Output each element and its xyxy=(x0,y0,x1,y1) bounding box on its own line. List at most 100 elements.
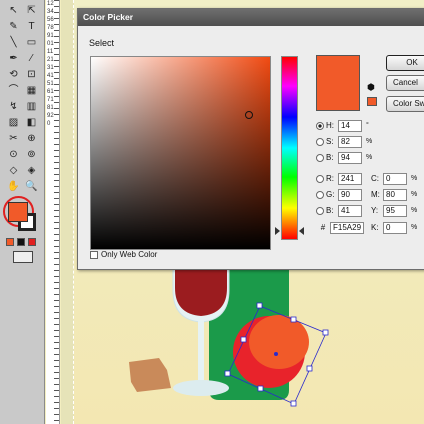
tool-button-3[interactable]: ✎ xyxy=(6,20,21,34)
hue-slider[interactable] xyxy=(281,56,298,240)
color-field-cursor[interactable] xyxy=(245,111,253,119)
cyan-label: C: xyxy=(371,174,379,183)
tool-button-12[interactable]: ▦ xyxy=(24,84,39,98)
red-label: R: xyxy=(326,174,334,183)
brightness-radio[interactable] xyxy=(316,154,324,162)
tool-button-17[interactable]: ✂ xyxy=(6,132,21,146)
red-radio[interactable] xyxy=(316,175,324,183)
magenta-field-row: M: 80 % xyxy=(371,188,417,202)
hue-slider-left-arrow-icon[interactable] xyxy=(275,227,280,235)
cyan-unit: % xyxy=(411,175,418,182)
blue-radio[interactable] xyxy=(316,207,324,215)
ok-button[interactable]: OK xyxy=(386,55,424,71)
green-field-row: G: 90 xyxy=(316,188,362,202)
black-unit: % xyxy=(411,224,418,231)
wine-liquid xyxy=(175,262,227,316)
tool-button-4[interactable]: T xyxy=(24,20,39,34)
ball-highlight xyxy=(249,315,309,369)
hue-input[interactable]: 14 xyxy=(338,120,362,132)
color-mode-buttons xyxy=(6,238,36,246)
red-input[interactable]: 241 xyxy=(338,173,362,185)
hue-slider-right-arrow-icon[interactable] xyxy=(299,227,304,235)
magenta-input[interactable]: 80 xyxy=(383,189,407,201)
magenta-label: M: xyxy=(371,190,380,199)
blue-field-row: B: 41 xyxy=(316,204,362,218)
only-web-color-checkbox[interactable] xyxy=(90,250,98,259)
brightness-field-row: B: 94 % xyxy=(316,151,372,165)
only-web-color-label: Only Web Color xyxy=(101,250,158,259)
black-input[interactable]: 0 xyxy=(383,222,407,234)
color-mode-swatch-2[interactable] xyxy=(17,238,25,246)
saturation-radio[interactable] xyxy=(316,138,324,146)
cancel-button[interactable]: Cancel xyxy=(386,75,424,91)
color-field[interactable] xyxy=(90,56,271,250)
saturation-label: S: xyxy=(326,137,334,146)
red-field-row: R: 241 xyxy=(316,172,362,186)
tool-button-8[interactable]: ⁄ xyxy=(24,52,39,66)
new-color-preview xyxy=(316,55,360,111)
green-radio[interactable] xyxy=(316,191,324,199)
tool-button-15[interactable]: ▨ xyxy=(6,116,21,130)
hex-field-row: # F15A29 xyxy=(316,221,364,235)
cyan-field-row: C: 0 % xyxy=(371,172,417,186)
dialog-title[interactable]: Color Picker xyxy=(78,9,424,26)
yellow-field-row: Y: 95 % xyxy=(371,204,417,218)
yellow-label: Y: xyxy=(371,206,379,215)
web-safe-cube-icon[interactable]: ⬢ xyxy=(367,82,375,93)
tool-button-6[interactable]: ▭ xyxy=(24,36,39,50)
saturation-input[interactable]: 82 xyxy=(338,136,362,148)
only-web-color-checkbox-row[interactable]: Only Web Color xyxy=(90,250,157,259)
tool-button-21[interactable]: ◇ xyxy=(6,164,21,178)
saturation-unit: % xyxy=(366,138,373,145)
tool-button-20[interactable]: ⊚ xyxy=(24,148,39,162)
tool-button-19[interactable]: ⊙ xyxy=(6,148,21,162)
green-label: G: xyxy=(326,190,335,199)
hex-label: # xyxy=(320,223,326,232)
fill-color-swatch[interactable] xyxy=(8,202,28,222)
tool-button-11[interactable]: ⌒ xyxy=(6,84,21,98)
screen-mode-button[interactable] xyxy=(13,251,33,263)
color-picker-dialog: Color Picker Select ⬢ OK Cancel Color Sw… xyxy=(77,8,424,270)
brightness-label: B: xyxy=(326,153,334,162)
tool-button-13[interactable]: ↯ xyxy=(6,100,21,114)
tool-button-10[interactable]: ⊡ xyxy=(24,68,39,82)
color-mode-swatch-3[interactable] xyxy=(28,238,36,246)
tool-button-14[interactable]: ▥ xyxy=(24,100,39,114)
tool-button-22[interactable]: ◈ xyxy=(24,164,39,178)
blue-label: B: xyxy=(326,206,334,215)
hue-field-row: H: 14 ° xyxy=(316,119,369,133)
cork-shape xyxy=(129,358,171,392)
glass-stem xyxy=(198,320,204,380)
black-field-row: K: 0 % xyxy=(371,221,417,235)
saturation-field-row: S: 82 % xyxy=(316,135,372,149)
tool-button-18[interactable]: ⊕ xyxy=(24,132,39,146)
hex-input[interactable]: F15A29 xyxy=(330,222,364,234)
brightness-unit: % xyxy=(366,154,373,161)
ruler-numbers: 1234567891011121314151617181920 xyxy=(47,1,54,127)
selection-center-point xyxy=(274,352,278,356)
tool-button-23[interactable]: ✋ xyxy=(6,180,21,194)
color-mode-swatch-1[interactable] xyxy=(6,238,14,246)
tool-button-16[interactable]: ◧ xyxy=(24,116,39,130)
cyan-input[interactable]: 0 xyxy=(383,173,407,185)
tool-button-7[interactable]: ✒ xyxy=(6,52,21,66)
hue-radio[interactable] xyxy=(316,122,324,130)
in-gamut-swatch-icon[interactable] xyxy=(367,97,377,106)
yellow-input[interactable]: 95 xyxy=(383,205,407,217)
hue-label: H: xyxy=(326,121,334,130)
yellow-unit: % xyxy=(411,207,418,214)
hue-unit: ° xyxy=(366,122,369,129)
tool-button-9[interactable]: ⟲ xyxy=(6,68,21,82)
green-input[interactable]: 90 xyxy=(338,189,362,201)
tool-button-5[interactable]: ╲ xyxy=(6,36,21,50)
select-label: Select xyxy=(89,38,115,48)
glass-base xyxy=(173,380,229,396)
magenta-unit: % xyxy=(411,191,418,198)
tool-button-2[interactable]: ⇱ xyxy=(24,4,39,18)
tool-button-24[interactable]: 🔍 xyxy=(24,180,39,194)
blue-input[interactable]: 41 xyxy=(338,205,362,217)
color-swatches-button[interactable]: Color Swatches xyxy=(386,96,424,112)
tool-button-1[interactable]: ↖ xyxy=(6,4,21,18)
black-label: K: xyxy=(371,223,379,232)
brightness-input[interactable]: 94 xyxy=(338,152,362,164)
